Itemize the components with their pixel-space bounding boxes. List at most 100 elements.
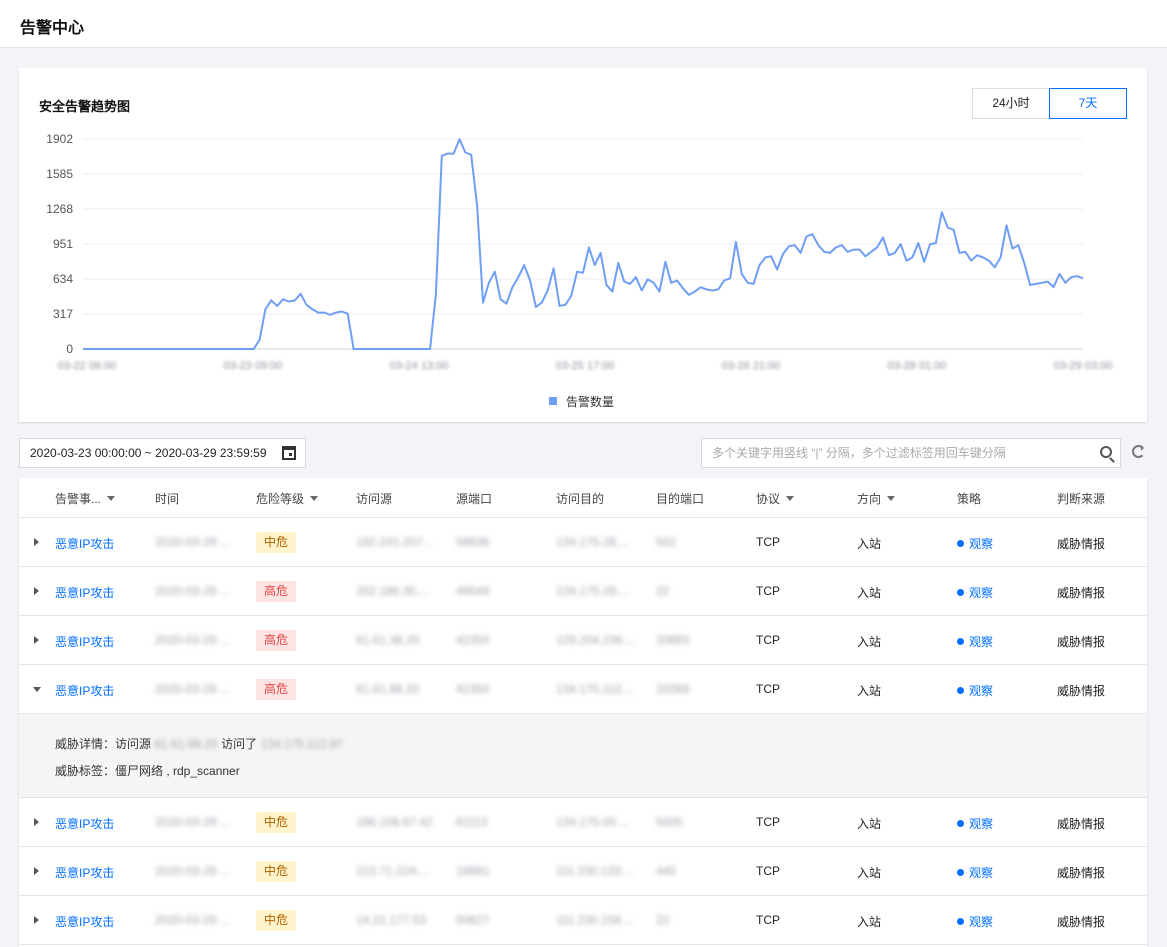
range-24h-button[interactable]: 24小时 <box>972 88 1050 119</box>
event-name-link[interactable]: 恶意IP攻击 <box>55 682 114 699</box>
status-dot-icon <box>957 869 964 877</box>
expand-caret-icon[interactable] <box>34 636 39 644</box>
threat-detail-line: 威胁详情：访问源 61.61.88.20 访问了 134.175.112.97 <box>55 735 343 752</box>
policy-link[interactable]: 观察 <box>957 864 993 881</box>
policy-link[interactable]: 观察 <box>957 584 993 601</box>
calendar-icon <box>282 446 296 460</box>
dest-ip: 134.175.112.... <box>556 682 636 696</box>
filter-icon[interactable] <box>310 496 319 502</box>
expand-caret-icon[interactable] <box>34 538 39 546</box>
event-name-link[interactable]: 恶意IP攻击 <box>55 815 114 832</box>
col-dir-label: 方向 <box>857 492 882 506</box>
refresh-icon[interactable] <box>1132 445 1145 458</box>
expand-caret-icon[interactable] <box>34 916 39 924</box>
search-input[interactable] <box>702 439 1082 467</box>
direction: 入站 <box>857 635 882 649</box>
table-row[interactable]: 恶意IP攻击 2020-03-29 ... 高危 202.186.35.... 4954… <box>19 567 1147 616</box>
col-sport: 源端口 <box>456 492 493 506</box>
y-tick-label: 1585 <box>46 167 73 181</box>
dest-port: 502 <box>656 535 677 549</box>
filter-icon[interactable] <box>107 496 116 502</box>
y-tick-label: 951 <box>53 237 73 251</box>
protocol: TCP <box>756 633 780 647</box>
event-time: 2020-03-29 ... <box>155 584 230 598</box>
event-time: 2020-03-29 ... <box>155 535 230 549</box>
source-ip: 202.186.35.... <box>356 584 430 598</box>
event-time: 2020-03-29 ... <box>155 913 230 927</box>
judge-source: 威胁情报 <box>1057 915 1106 929</box>
policy-label: 观察 <box>969 684 994 698</box>
table-row[interactable]: 恶意IP攻击 2020-03-29 ... 中危 14.22.177.53 50827 1… <box>19 896 1147 945</box>
event-name-link[interactable]: 恶意IP攻击 <box>55 864 114 881</box>
col-dport: 目的端口 <box>656 492 705 506</box>
expand-caret-icon[interactable] <box>34 818 39 826</box>
protocol: TCP <box>756 682 780 696</box>
table-row[interactable]: 恶意IP攻击 2020-03-29 ... 中危 223.71.224.... 1888… <box>19 847 1147 896</box>
table-row[interactable]: 恶意IP攻击 2020-03-29 ... 中危 196.106.67.42 61113… <box>19 798 1147 847</box>
policy-link[interactable]: 观察 <box>957 682 993 699</box>
level-badge: 中危 <box>256 532 297 553</box>
status-dot-icon <box>957 589 964 597</box>
range-7d-button[interactable]: 7天 <box>1049 88 1127 119</box>
filter-icon[interactable] <box>786 496 795 502</box>
dest-port: 445 <box>656 864 677 878</box>
dest-ip: 134.175.28.... <box>556 535 630 549</box>
source-ip: 196.106.67.42 <box>356 815 433 829</box>
row-expanded-detail: 威胁详情：访问源 61.61.88.20 访问了 134.175.112.97 … <box>19 714 1147 798</box>
filter-icon[interactable] <box>887 496 896 502</box>
col-level: 危险等级 <box>256 490 319 507</box>
col-source: 判断来源 <box>1057 492 1106 506</box>
event-name-link[interactable]: 恶意IP攻击 <box>55 633 114 650</box>
col-event: 告警事... <box>55 490 116 507</box>
dest-ip: 111.230.159.... <box>556 913 635 927</box>
col-dst: 访问目的 <box>556 492 605 506</box>
source-ip: 192.241.207... <box>356 535 433 549</box>
alert-table: 告警事... 时间 危险等级 访问源 源端口 访问目的 目的端口 协议 方向 策… <box>19 478 1147 947</box>
source-ip: 61.61.38.20 <box>356 633 420 647</box>
status-dot-icon <box>957 918 964 926</box>
event-name-link[interactable]: 恶意IP攻击 <box>55 535 114 552</box>
table-body: 恶意IP攻击 2020-03-29 ... 中危 192.241.207... 5963… <box>19 518 1147 714</box>
status-dot-icon <box>957 540 964 548</box>
table-row[interactable]: 恶意IP攻击 2020-03-29 ... 高危 61.61.38.20 42350 12… <box>19 616 1147 665</box>
col-proto-label: 协议 <box>756 492 781 506</box>
event-name-link[interactable]: 恶意IP攻击 <box>55 584 114 601</box>
source-port: 59636 <box>456 535 490 549</box>
direction: 入站 <box>857 684 882 698</box>
dest-port: 22 <box>656 913 670 927</box>
judge-source: 威胁情报 <box>1057 817 1106 831</box>
policy-link[interactable]: 观察 <box>957 535 993 552</box>
date-range-picker[interactable]: 2020-03-23 00:00:00 ~ 2020-03-29 23:59:5… <box>19 438 306 468</box>
dest-ip: 129.204.236.... <box>556 633 637 647</box>
table-row[interactable]: 恶意IP攻击 2020-03-29 ... 高危 61.61.88.20 42350 13… <box>19 665 1147 714</box>
source-ip: 14.22.177.53 <box>356 913 427 927</box>
page-title: 告警中心 <box>20 20 85 37</box>
search-icon[interactable] <box>1100 446 1112 458</box>
expand-caret-icon[interactable] <box>34 867 39 875</box>
y-tick-label: 0 <box>66 342 73 356</box>
judge-source: 威胁情报 <box>1057 866 1106 880</box>
policy-label: 观察 <box>969 635 994 649</box>
dest-port: 33893 <box>656 633 690 647</box>
policy-link[interactable]: 观察 <box>957 633 993 650</box>
table-row[interactable]: 恶意IP攻击 2020-03-29 ... 中危 192.241.207... 5963… <box>19 518 1147 567</box>
direction: 入站 <box>857 537 882 551</box>
level-badge: 中危 <box>256 812 297 833</box>
source-port: 42350 <box>456 633 490 647</box>
col-policy: 策略 <box>957 492 982 506</box>
search-box <box>701 438 1121 468</box>
policy-link[interactable]: 观察 <box>957 913 993 930</box>
event-time: 2020-03-29 ... <box>155 682 230 696</box>
dest-port: 5005 <box>656 815 683 829</box>
policy-link[interactable]: 观察 <box>957 815 993 832</box>
source-port: 18881 <box>456 864 490 878</box>
col-time: 时间 <box>155 492 180 506</box>
filter-bar: 2020-03-23 00:00:00 ~ 2020-03-29 23:59:5… <box>19 438 1147 468</box>
event-name-link[interactable]: 恶意IP攻击 <box>55 913 114 930</box>
threat-detail-src: 61.61.88.20 <box>154 737 218 751</box>
collapse-caret-icon[interactable] <box>33 687 41 692</box>
event-time: 2020-03-29 ... <box>155 864 230 878</box>
expand-caret-icon[interactable] <box>34 587 39 595</box>
judge-source: 威胁情报 <box>1057 684 1106 698</box>
dest-ip: 134.175.28.... <box>556 584 630 598</box>
